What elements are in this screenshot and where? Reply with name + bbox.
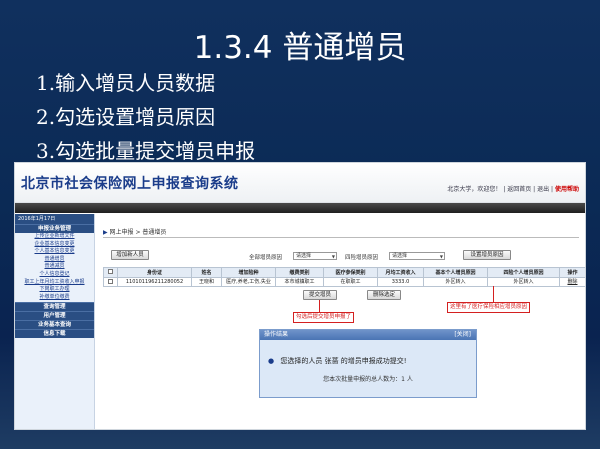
column-header: 操作 [559,267,585,278]
chevron-down-icon: ▼ [331,254,335,259]
row-select-cell[interactable] [103,276,118,287]
annotation-line [319,300,320,312]
column-header: 四险个人增员原因 [487,267,560,278]
checkbox[interactable] [108,269,113,275]
dialog-close-button[interactable]: [关闭] [454,330,471,340]
dialog-header: 操作结果 [关闭] [260,330,476,340]
header-bar [15,203,585,213]
app-header: 北京市社会保险网上申报查询系统 北京大学，欢迎您！ | 返回首页 | 退出 | … [15,163,585,203]
insured-reason-value: 请选择 [296,253,312,259]
sidebar-item[interactable]: 上传企业新增文件 [15,233,94,241]
column-header: 身份证 [117,267,192,278]
arrow-right-icon: ▶ [103,229,108,236]
medical-category-cell: 在职职工 [323,276,378,287]
annotation-line [493,286,494,302]
result-dialog: 操作结果 [关闭] ● 您选择的人员 张蔷 的增员申报成功提交! 您本次批量申报… [259,329,477,398]
submit-annotation: 勾选后提交增员申报了 [293,312,355,323]
dialog-summary: 您本次批量申报的总人数为：1 人 [323,376,413,383]
sidebar-item[interactable]: 个人信息登记 [15,271,94,279]
column-header: 缴费类别 [275,267,324,278]
sidebar-section-download[interactable]: 信息下载 [15,329,94,339]
monthly-wage-cell: 3333.0 [377,276,424,287]
sidebar-section-query[interactable]: 查询管理 [15,302,94,312]
set-reason-button[interactable]: 设置增员原因 [463,250,511,260]
four-insurance-reason-cell: 外区转入 [487,276,560,287]
step-list: 1.输入增员人员数据 2.勾选设置增员原因 3.勾选批量提交增员申报 [36,68,255,170]
id-number-cell: 110101196211280052 [117,276,192,287]
submit-button[interactable]: 提交增员 [303,290,337,300]
step-item: 1.输入增员人员数据 [36,71,216,95]
delete-link[interactable]: 删除 [559,276,585,287]
column-header: 基本个人增员原因 [423,267,488,278]
checkbox[interactable] [108,278,113,284]
dialog-message: 您选择的人员 张蔷 的增员申报成功提交! [280,357,407,365]
step-item: 2.勾选设置增员原因 [36,105,216,129]
column-header: 医疗参保类别 [323,267,378,278]
table-header-row: 身份证 姓名 增加险种 缴费类别 医疗参保类别 月均工资收入 基本个人增员原因 … [103,267,585,278]
breadcrumb-root[interactable]: 网上申报 [110,229,134,236]
sidebar-item[interactable]: 补缴单位缴费 [15,294,94,302]
column-header: 增加险种 [221,267,276,278]
insured-reason-select[interactable]: 请选择 ▼ [293,252,337,260]
sidebar-item[interactable]: 下岗职工办理 [15,286,94,294]
slide-title: 1.3.4 普通增员 [193,30,407,66]
main-content: ▶ 网上申报 > 普通增员 增加新人员 全部增员原因 请选择 ▼ 四险增员原因 … [97,214,585,429]
sidebar-section-business[interactable]: 业务基本查询 [15,320,94,330]
help-link[interactable]: 使用帮助 [555,186,579,193]
bullet-icon: ● [268,357,275,365]
column-header: 姓名 [191,267,222,278]
welcome-text: 北京大学，欢迎您！ [447,186,502,193]
add-person-button[interactable]: 增加新人员 [111,250,149,260]
column-header: 月均工资收入 [377,267,424,278]
reason-annotation: 这里有了医疗保险相应增员原因 [447,302,531,313]
members-table: 身份证 姓名 增加险种 缴费类别 医疗参保类别 月均工资收入 基本个人增员原因 … [103,267,585,287]
sidebar-item[interactable]: 普通减员 [15,263,94,271]
sidebar-section-declare[interactable]: 申报业务管理 [15,224,94,233]
chevron-down-icon: ▼ [439,254,443,259]
basic-reason-cell: 外区转入 [423,276,488,287]
logout-link[interactable]: 退出 [537,186,549,193]
table-row: 110101196211280052 王晓和 医疗,养老,工伤,失业 本市城镇职… [103,276,585,287]
delete-selected-button[interactable]: 删除选定 [367,290,401,300]
insured-reason-label: 全部增员原因 [249,255,283,261]
current-date: 2016年1月17日 [15,214,94,224]
medical-reason-label: 四险增员原因 [345,255,379,261]
insurance-type-cell: 医疗,养老,工伤,失业 [221,276,276,287]
top-links: 北京大学，欢迎您！ | 返回首页 | 退出 | 使用帮助 [447,186,579,193]
select-all-cell[interactable] [103,267,118,278]
dialog-title: 操作结果 [264,331,289,338]
dialog-body: ● 您选择的人员 张蔷 的增员申报成功提交! 您本次批量申报的总人数为：1 人 [260,340,476,387]
sidebar-item[interactable]: 个人基本信息变更 [15,248,94,256]
medical-reason-value: 请选择 [392,253,408,259]
app-title: 北京市社会保险网上申报查询系统 [21,176,239,192]
divider [103,237,579,238]
payment-category-cell: 本市城镇职工 [275,276,324,287]
app-screenshot: 北京市社会保险网上申报查询系统 北京大学，欢迎您！ | 返回首页 | 退出 | … [14,162,586,430]
sidebar-section-user[interactable]: 用户管理 [15,311,94,321]
sidebar: 2016年1月17日 申报业务管理 上传企业新增文件 企业基本信息变更 个人基本… [15,214,95,429]
home-link[interactable]: 返回首页 [507,186,531,193]
breadcrumb: ▶ 网上申报 > 普通增员 [103,229,167,236]
breadcrumb-current: 普通增员 [142,229,167,236]
medical-reason-select[interactable]: 请选择 ▼ [389,252,445,260]
name-cell: 王晓和 [191,276,222,287]
